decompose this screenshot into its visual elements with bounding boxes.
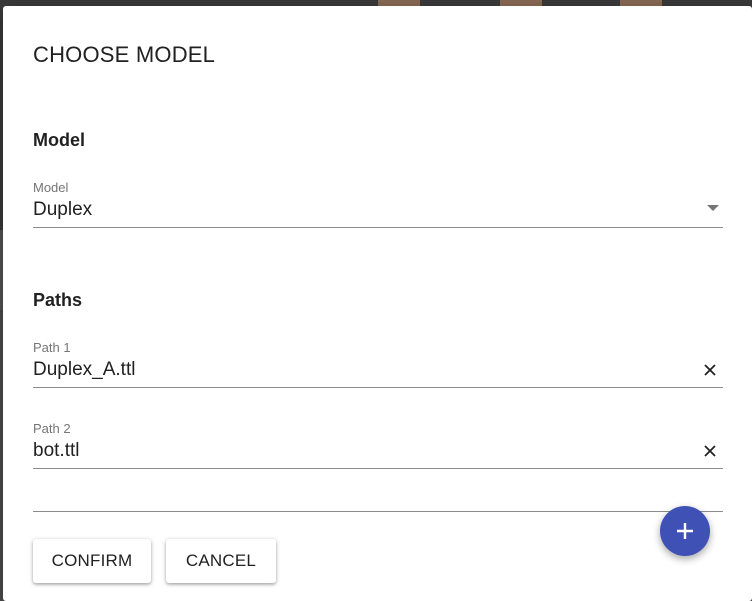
path-2-field[interactable]: Path 2 bot.ttl <box>33 421 723 471</box>
model-select[interactable]: Model Duplex <box>33 180 723 230</box>
model-select-label: Model <box>33 180 69 195</box>
path-1-value[interactable]: Duplex_A.ttl <box>33 359 135 381</box>
close-icon[interactable] <box>703 444 717 458</box>
path-2-value[interactable]: bot.ttl <box>33 440 79 462</box>
paths-section-heading: Paths <box>33 290 83 310</box>
new-path-input[interactable] <box>33 511 723 512</box>
add-path-button[interactable] <box>660 506 710 556</box>
model-select-value: Duplex <box>33 199 93 220</box>
choose-model-dialog: CHOOSE MODEL Model Model Duplex Paths Pa… <box>3 6 752 601</box>
dialog-title: CHOOSE MODEL <box>33 42 216 67</box>
plus-icon <box>677 523 693 539</box>
path-1-label: Path 1 <box>33 340 71 355</box>
cancel-button[interactable]: CANCEL <box>166 539 276 583</box>
chevron-down-icon[interactable] <box>707 205 719 211</box>
path-2-label: Path 2 <box>33 421 71 436</box>
path-1-field[interactable]: Path 1 Duplex_A.ttl <box>33 340 723 390</box>
confirm-button[interactable]: CONFIRM <box>33 539 151 583</box>
close-icon[interactable] <box>703 363 717 377</box>
model-section-heading: Model <box>33 130 85 150</box>
